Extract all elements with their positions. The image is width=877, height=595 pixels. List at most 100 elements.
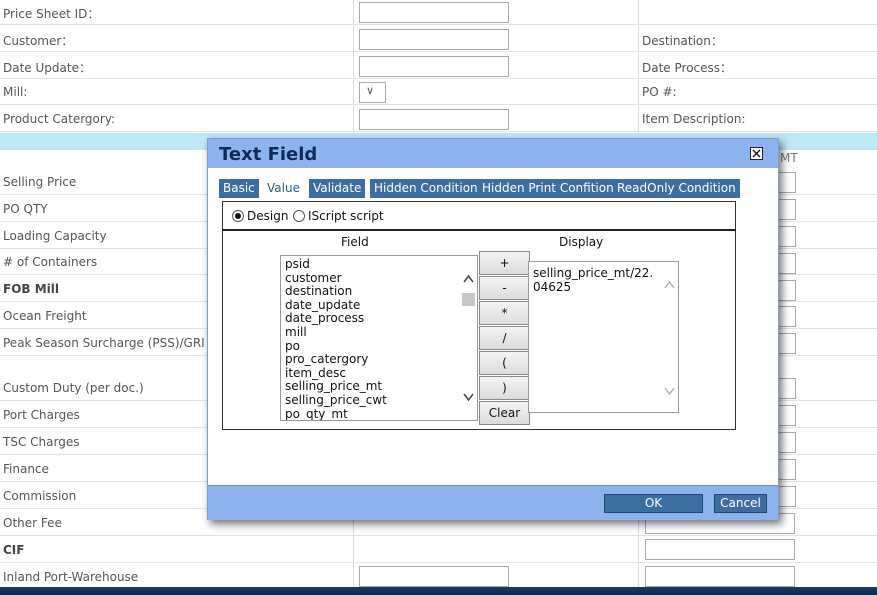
field-list-item[interactable]: psid	[285, 257, 310, 271]
field-list-item[interactable]: mill	[285, 325, 307, 339]
form-label: Mill:	[3, 85, 28, 99]
display-scrollbar[interactable]	[661, 262, 678, 412]
field-list-item[interactable]: destination	[285, 284, 352, 298]
form-label: Peak Season Surcharge (PSS)/GRI	[3, 336, 205, 350]
form-row-divider	[0, 562, 877, 563]
form-label: Customer：	[3, 34, 74, 48]
display-textarea[interactable]: selling_price_mt/22.04625	[528, 261, 679, 413]
close-icon	[752, 149, 761, 158]
cancel-button[interactable]: Cancel	[714, 494, 767, 513]
ok-button[interactable]: OK	[604, 494, 703, 513]
product-category-input[interactable]	[359, 109, 509, 130]
cif-input[interactable]	[645, 539, 795, 560]
design-radio-label: Design	[247, 209, 289, 223]
chevron-up-icon	[463, 274, 474, 283]
pss-input[interactable]	[778, 333, 796, 354]
chevron-up-icon	[664, 280, 675, 289]
form-row-divider	[0, 131, 877, 132]
field-list-item[interactable]: item_desc	[285, 366, 346, 380]
tab-validate[interactable]: Validate	[309, 179, 366, 198]
tab-hidden-condition[interactable]: Hidden Condition	[370, 179, 482, 198]
form-label: Commission	[3, 489, 77, 503]
po-qty-mt-input[interactable]	[778, 199, 796, 220]
multiply-button[interactable]: *	[479, 301, 530, 325]
customer-input[interactable]	[359, 29, 509, 50]
form-label: Port Charges	[3, 408, 80, 422]
date-process-label: Date Process：	[642, 61, 733, 75]
close-paren-button[interactable]: )	[479, 376, 530, 400]
form-label: Loading Capacity	[3, 229, 107, 243]
iscript-radio-label: IScript script	[308, 209, 384, 223]
field-list[interactable]: psid customer destination date_update date_p…	[280, 255, 478, 421]
expression-editor: Field Display psid customer destination dat…	[222, 229, 736, 430]
destination-label: Destination：	[642, 34, 723, 48]
open-paren-button[interactable]: (	[479, 351, 530, 375]
close-button[interactable]	[750, 147, 763, 160]
unit-hint: MT	[780, 151, 798, 165]
loading-capacity-input[interactable]	[778, 226, 796, 247]
containers-input[interactable]	[778, 253, 796, 274]
chevron-down-icon	[664, 387, 675, 396]
mill-select[interactable]: ∨	[359, 82, 386, 103]
form-label: CIF	[3, 543, 25, 557]
field-list-item[interactable]: date_process	[285, 311, 364, 325]
divide-button[interactable]: /	[479, 326, 530, 350]
plus-button[interactable]: +	[479, 251, 530, 275]
fob-mill-input[interactable]	[778, 280, 796, 301]
field-list-item[interactable]: po	[285, 339, 300, 353]
design-radio[interactable]	[232, 210, 244, 222]
form-label: # of Containers	[3, 255, 98, 269]
dialog-title: Text Field	[219, 144, 318, 165]
form-label: Custom Duty (per doc.)	[3, 381, 144, 395]
scrollbar-thumb[interactable]	[462, 293, 475, 306]
clear-button[interactable]: Clear	[479, 401, 530, 425]
field-list-scrollbar[interactable]	[460, 256, 477, 420]
ocean-freight-input[interactable]	[778, 306, 796, 327]
commission-input[interactable]	[778, 486, 796, 507]
display-header: Display	[559, 235, 604, 249]
iscript-radio[interactable]	[293, 210, 305, 222]
form-row-divider	[0, 24, 877, 25]
dialog-footer: OK Cancel	[208, 485, 778, 520]
tab-basic[interactable]: Basic	[219, 179, 259, 198]
form-row-divider	[0, 51, 877, 52]
item-description-label: Item Description:	[642, 112, 746, 126]
form-row-divider	[0, 104, 877, 105]
form-label: Selling Price	[3, 175, 77, 189]
field-list-item[interactable]: pro_catergory	[285, 352, 368, 366]
display-value: selling_price_mt/22.04625	[533, 266, 654, 294]
finance-input[interactable]	[778, 459, 796, 480]
chevron-down-icon: ∨	[366, 84, 375, 97]
form-label: Finance	[3, 462, 49, 476]
field-list-item[interactable]: selling_price_cwt	[285, 393, 387, 407]
field-list-item[interactable]: selling_price_mt	[285, 379, 382, 393]
mode-selector: Design IScript script	[222, 201, 736, 229]
text-field-dialog: Text Field Basic Value Validate Hidden C…	[207, 138, 779, 520]
form-label: Date Update：	[3, 61, 91, 75]
form-label: Product Catergory:	[3, 112, 116, 126]
po-number-label: PO #:	[642, 85, 677, 99]
field-list-item[interactable]: date_update	[285, 298, 360, 312]
tsc-charges-input[interactable]	[778, 432, 796, 453]
form-label: Other Fee	[3, 516, 62, 530]
tab-value[interactable]: Value	[263, 179, 304, 198]
form-label: TSC Charges	[3, 435, 80, 449]
field-list-item[interactable]: customer	[285, 271, 342, 285]
form-label: PO QTY	[3, 202, 48, 216]
form-label: Price Sheet ID：	[3, 7, 100, 21]
tab-hidden-print-condition[interactable]: Hidden Print Confition	[478, 179, 618, 198]
form-label: Ocean Freight	[3, 309, 87, 323]
minus-button[interactable]: -	[479, 276, 530, 300]
price-sheet-id-input[interactable]	[359, 2, 509, 23]
inland-port-input[interactable]	[359, 566, 509, 587]
dialog-header: Text Field	[208, 139, 778, 168]
date-update-input[interactable]	[359, 56, 509, 77]
selling-price-mt-input[interactable]	[778, 172, 796, 193]
field-list-item[interactable]: po_qty_mt	[285, 407, 348, 420]
custom-duty-input[interactable]	[778, 378, 796, 399]
inland-port-right-input[interactable]	[645, 566, 795, 587]
tab-readonly-condition[interactable]: ReadOnly Condition	[613, 179, 740, 198]
bottom-bar	[0, 587, 877, 595]
port-charges-input[interactable]	[778, 405, 796, 426]
form-label: Inland Port-Warehouse	[3, 570, 139, 584]
